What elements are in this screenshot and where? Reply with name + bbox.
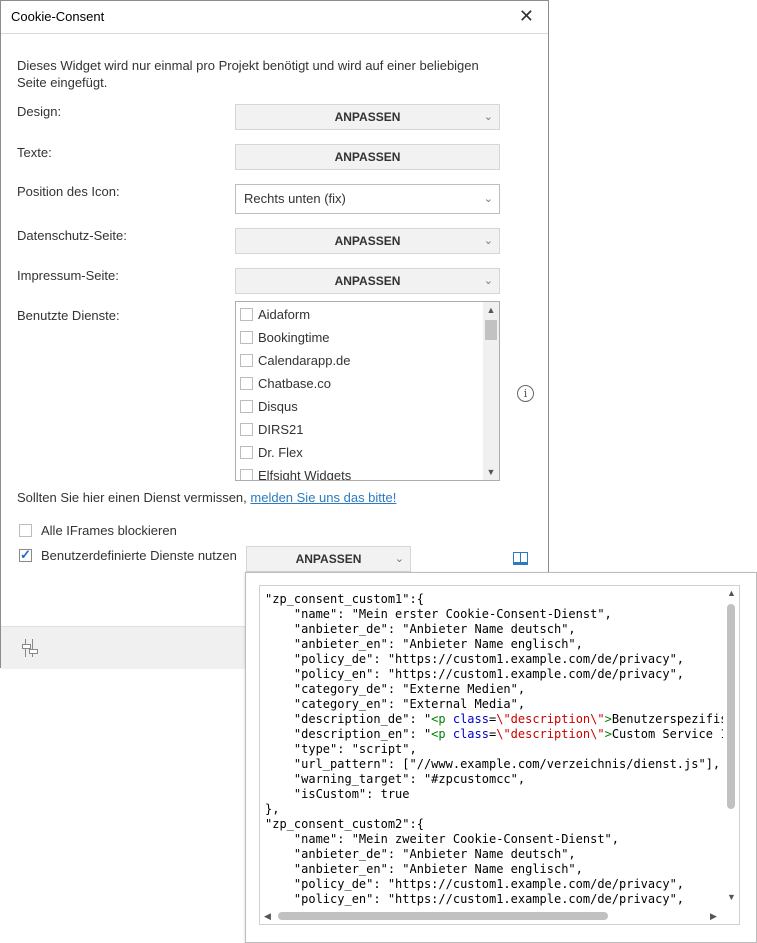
checkbox[interactable]: [240, 446, 253, 459]
scrollbar-thumb[interactable]: [278, 912, 608, 920]
scroll-left-icon[interactable]: ◀: [264, 911, 271, 922]
service-label: Elfsight Widgets: [258, 468, 352, 481]
cookie-consent-dialog: Cookie-Consent ✕ Dieses Widget wird nur …: [0, 0, 549, 669]
custom-services-option[interactable]: Benutzerdefinierte Dienste nutzen: [19, 547, 237, 563]
sliders-icon[interactable]: [21, 639, 38, 657]
iframes-checkbox[interactable]: [19, 524, 32, 537]
vertical-scrollbar[interactable]: ▲ ▼: [723, 586, 739, 908]
position-select-value: Rechts unten (fix): [244, 191, 346, 206]
code-content[interactable]: "zp_consent_custom1":{ "name": "Mein ers…: [265, 592, 727, 907]
scroll-down-icon[interactable]: ▼: [483, 464, 499, 480]
list-item[interactable]: Bookingtime: [236, 326, 499, 349]
horizontal-scrollbar[interactable]: ◀ ▶: [260, 908, 739, 924]
service-label: Calendarapp.de: [258, 353, 351, 368]
service-label: Chatbase.co: [258, 376, 331, 391]
service-label: Bookingtime: [258, 330, 330, 345]
custom-services-label: Benutzerdefinierte Dienste nutzen: [41, 548, 237, 563]
design-label: Design:: [17, 104, 62, 119]
list-item[interactable]: Disqus: [236, 395, 499, 418]
checkbox[interactable]: [240, 423, 253, 436]
service-label: DIRS21: [258, 422, 304, 437]
impressum-label: Impressum-Seite:: [17, 268, 119, 283]
chevron-down-icon: ⌄: [483, 275, 493, 287]
texte-label: Texte:: [17, 145, 52, 160]
scroll-up-icon[interactable]: ▲: [727, 588, 736, 598]
chevron-down-icon: ⌄: [483, 193, 493, 205]
checkbox[interactable]: [240, 400, 253, 413]
title-bar: Cookie-Consent ✕: [1, 1, 548, 34]
list-item[interactable]: Dr. Flex: [236, 441, 499, 464]
chevron-down-icon: ⌄: [394, 553, 404, 565]
impressum-button-label: ANPASSEN: [334, 274, 401, 288]
iframes-option[interactable]: Alle IFrames blockieren: [19, 523, 177, 538]
custom-services-button-label: ANPASSEN: [295, 552, 362, 566]
custom-services-popup: "zp_consent_custom1":{ "name": "Mein ers…: [245, 572, 757, 943]
custom-services-checkbox[interactable]: [19, 547, 32, 563]
checkbox[interactable]: [240, 308, 253, 321]
service-label: Aidaform: [258, 307, 311, 322]
dienste-label: Benutzte Dienste:: [17, 308, 120, 323]
checkbox[interactable]: [240, 377, 253, 390]
scroll-up-icon[interactable]: ▲: [483, 302, 499, 318]
checkbox[interactable]: [240, 469, 253, 480]
checkbox[interactable]: [240, 354, 253, 367]
scrollbar-thumb[interactable]: [727, 604, 735, 809]
texte-button-label: ANPASSEN: [334, 150, 401, 164]
list-item[interactable]: DIRS21: [236, 418, 499, 441]
checkbox[interactable]: [240, 331, 253, 344]
chevron-down-icon: ⌄: [483, 111, 493, 123]
list-item[interactable]: Chatbase.co: [236, 372, 499, 395]
list-item[interactable]: Aidaform: [236, 303, 499, 326]
service-label: Disqus: [258, 399, 298, 414]
info-icon[interactable]: i: [517, 385, 534, 402]
position-select[interactable]: Rechts unten (fix) ⌄: [235, 184, 500, 214]
design-button-label: ANPASSEN: [334, 110, 401, 124]
services-listbox[interactable]: Aidaform Bookingtime Calendarapp.de Chat…: [235, 301, 500, 481]
scroll-right-icon[interactable]: ▶: [710, 911, 717, 922]
missing-service-note: Sollten Sie hier einen Dienst vermissen,…: [17, 490, 396, 505]
scroll-down-icon[interactable]: ▼: [727, 892, 736, 902]
datenschutz-button[interactable]: ANPASSEN ⌄: [235, 228, 500, 254]
close-icon[interactable]: ✕: [519, 6, 534, 26]
impressum-button[interactable]: ANPASSEN ⌄: [235, 268, 500, 294]
listbox-scrollbar[interactable]: ▲ ▼: [483, 302, 499, 480]
scrollbar-thumb[interactable]: [485, 320, 497, 340]
book-icon[interactable]: [513, 552, 528, 565]
datenschutz-button-label: ANPASSEN: [334, 234, 401, 248]
list-item[interactable]: Elfsight Widgets: [236, 464, 499, 481]
iframes-label: Alle IFrames blockieren: [41, 523, 177, 538]
intro-text: Dieses Widget wird nur einmal pro Projek…: [17, 58, 479, 90]
dialog-title: Cookie-Consent: [11, 9, 105, 24]
report-service-link[interactable]: melden Sie uns das bitte!: [250, 490, 396, 505]
missing-service-text: Sollten Sie hier einen Dienst vermissen,: [17, 490, 251, 505]
datenschutz-label: Datenschutz-Seite:: [17, 228, 127, 243]
code-editor[interactable]: "zp_consent_custom1":{ "name": "Mein ers…: [259, 585, 740, 925]
position-label: Position des Icon:: [17, 184, 120, 199]
design-button[interactable]: ANPASSEN ⌄: [235, 104, 500, 130]
texte-button[interactable]: ANPASSEN: [235, 144, 500, 170]
service-label: Dr. Flex: [258, 445, 303, 460]
chevron-down-icon: ⌄: [483, 235, 493, 247]
custom-services-button[interactable]: ANPASSEN ⌄: [246, 546, 411, 572]
list-item[interactable]: Calendarapp.de: [236, 349, 499, 372]
